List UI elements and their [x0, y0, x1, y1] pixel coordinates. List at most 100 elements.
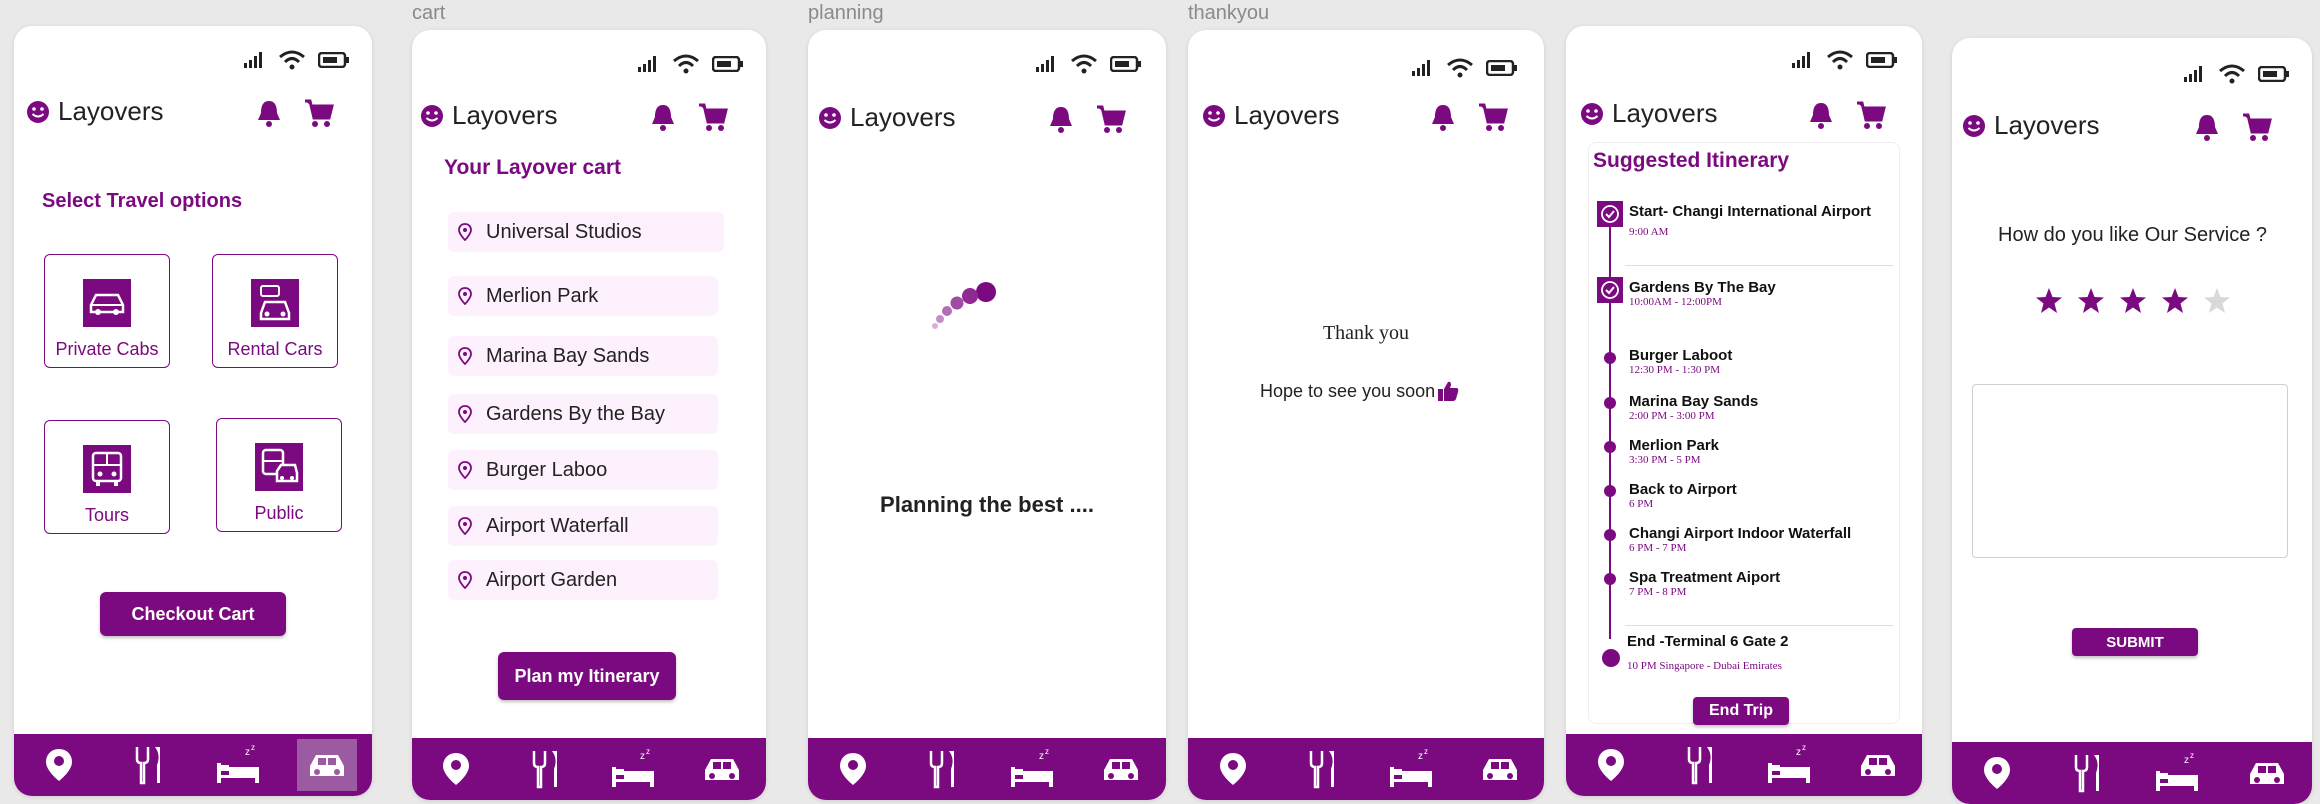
thank-you-text: Thank you	[1322, 322, 1410, 344]
timeline-stop[interactable]: Back to Airport 6 PM	[1629, 481, 1737, 510]
bell-icon[interactable]	[1048, 105, 1074, 133]
nav-dining[interactable]	[515, 743, 575, 795]
nav-transport[interactable]	[1091, 743, 1151, 795]
stop-time: 7 PM - 8 PM	[1629, 586, 1687, 598]
nav-location[interactable]	[29, 739, 89, 791]
timeline-end[interactable]: End -Terminal 6 Gate 2 10 PM Singapore -…	[1627, 633, 1788, 672]
cart-icon[interactable]	[1096, 104, 1126, 134]
timeline-stop[interactable]: Spa Treatment Aiport 7 PM - 8 PM	[1629, 569, 1780, 598]
battery-icon	[1486, 60, 1517, 76]
nav-sleep[interactable]: zz	[1381, 743, 1441, 795]
sleep-icon: zz	[2156, 753, 2198, 791]
location-pin-icon	[458, 405, 472, 423]
cart-item[interactable]: Gardens By the Bay	[448, 394, 718, 434]
brand-name: Layovers	[1234, 100, 1340, 130]
submit-button[interactable]: SUBMIT	[2072, 628, 2198, 656]
timeline-first-stop[interactable]: Gardens By The Bay 10:00AM - 12:00PM	[1629, 279, 1776, 308]
loading-spinner-icon	[932, 282, 996, 329]
checkout-cart-button[interactable]: Checkout Cart	[100, 592, 286, 636]
bell-icon[interactable]	[650, 103, 676, 131]
bell-icon[interactable]	[256, 99, 282, 127]
nav-dining[interactable]	[912, 743, 972, 795]
cart-icon[interactable]	[1856, 100, 1886, 130]
option-private-cabs[interactable]: Private Cabs	[44, 254, 170, 368]
brand[interactable]: Layovers	[26, 96, 164, 127]
planning-message: Planning the best ....	[880, 492, 1094, 517]
brand[interactable]: Layovers	[818, 102, 956, 133]
signal-icon	[1792, 52, 1810, 68]
status-bar	[1412, 58, 1518, 78]
cart-item[interactable]: Marina Bay Sands	[448, 336, 718, 376]
star-filled-icon[interactable]	[2118, 286, 2148, 316]
location-icon	[1984, 757, 2010, 789]
status-bar	[244, 50, 350, 70]
timeline-stop[interactable]: Changi Airport Indoor Waterfall 6 PM - 7…	[1629, 525, 1851, 554]
nav-sleep[interactable]: zz	[1759, 739, 1819, 791]
brand[interactable]: Layovers	[1202, 100, 1340, 131]
smiley-logo-icon	[27, 100, 49, 123]
star-rating[interactable]	[2034, 286, 2232, 316]
dining-icon	[2074, 755, 2099, 793]
cart-item[interactable]: Burger Laboo	[448, 450, 718, 490]
nav-dining[interactable]	[2057, 747, 2117, 799]
option-rental-cars[interactable]: Rental Cars	[212, 254, 338, 368]
timeline-stop[interactable]: Marina Bay Sands 2:00 PM - 3:00 PM	[1629, 393, 1758, 422]
cart-item[interactable]: Merlion Park	[448, 276, 718, 316]
timeline-start[interactable]: Start- Changi International Airport 9:00…	[1629, 203, 1871, 238]
nav-transport[interactable]	[692, 743, 752, 795]
frame-caption-thankyou: thankyou	[1188, 2, 1270, 24]
option-public[interactable]: Public	[216, 418, 342, 532]
nav-location[interactable]	[823, 743, 883, 795]
nav-transport[interactable]	[1848, 739, 1908, 791]
brand[interactable]: Layovers	[420, 100, 558, 131]
cart-icon[interactable]	[2242, 112, 2272, 142]
option-label: Private Cabs	[55, 339, 159, 359]
nav-transport[interactable]	[1470, 743, 1530, 795]
nav-location[interactable]	[1203, 743, 1263, 795]
star-empty-icon[interactable]	[2202, 286, 2232, 316]
nav-sleep[interactable]: zz	[1002, 743, 1062, 795]
plan-itinerary-button[interactable]: Plan my Itinerary	[498, 652, 676, 700]
dining-icon	[532, 751, 557, 789]
nav-dining[interactable]	[1670, 739, 1730, 791]
bell-icon[interactable]	[2194, 113, 2220, 141]
signal-icon	[1412, 60, 1430, 76]
star-filled-icon[interactable]	[2076, 286, 2106, 316]
nav-location[interactable]	[1581, 739, 1641, 791]
nav-sleep[interactable]: zz	[2147, 747, 2207, 799]
star-filled-icon[interactable]	[2034, 286, 2064, 316]
feedback-textarea[interactable]	[1972, 384, 2288, 558]
brand[interactable]: Layovers	[1962, 110, 2100, 141]
brand-name: Layovers	[58, 96, 164, 126]
cart-icon[interactable]	[304, 98, 334, 128]
option-tours[interactable]: Tours	[44, 420, 170, 534]
timeline-stop[interactable]: Burger Laboot 12:30 PM - 1:30 PM	[1629, 347, 1732, 376]
signal-icon	[1036, 56, 1054, 72]
nav-dining[interactable]	[1292, 743, 1352, 795]
location-icon	[443, 753, 470, 785]
cart-item[interactable]: Airport Waterfall	[448, 506, 718, 546]
bell-icon[interactable]	[1808, 101, 1834, 129]
nav-transport[interactable]	[297, 739, 358, 791]
stop-time: 3:30 PM - 5 PM	[1629, 454, 1701, 466]
timeline-dot	[1604, 485, 1616, 497]
bell-icon[interactable]	[1430, 103, 1456, 131]
nav-transport[interactable]	[2237, 747, 2297, 799]
star-filled-icon[interactable]	[2160, 286, 2190, 316]
svg-text:z: z	[2190, 753, 2194, 760]
nav-sleep[interactable]: zz	[603, 743, 663, 795]
cart-item[interactable]: Airport Garden	[448, 560, 718, 600]
svg-text:z: z	[1045, 749, 1049, 756]
end-trip-button[interactable]: End Trip	[1693, 697, 1789, 725]
timeline-stop[interactable]: Merlion Park 3:30 PM - 5 PM	[1629, 437, 1719, 466]
cart-icon[interactable]	[698, 102, 728, 132]
nav-location[interactable]	[1967, 747, 2027, 799]
nav-location[interactable]	[426, 743, 486, 795]
nav-sleep[interactable]: zz	[208, 739, 268, 791]
nav-dining[interactable]	[118, 739, 178, 791]
brand[interactable]: Layovers	[1580, 98, 1718, 129]
cart-icon[interactable]	[1478, 102, 1508, 132]
sleep-icon: zz	[1767, 745, 1810, 783]
brand-name: Layovers	[850, 102, 956, 132]
cart-item[interactable]: Universal Studios	[448, 212, 724, 252]
